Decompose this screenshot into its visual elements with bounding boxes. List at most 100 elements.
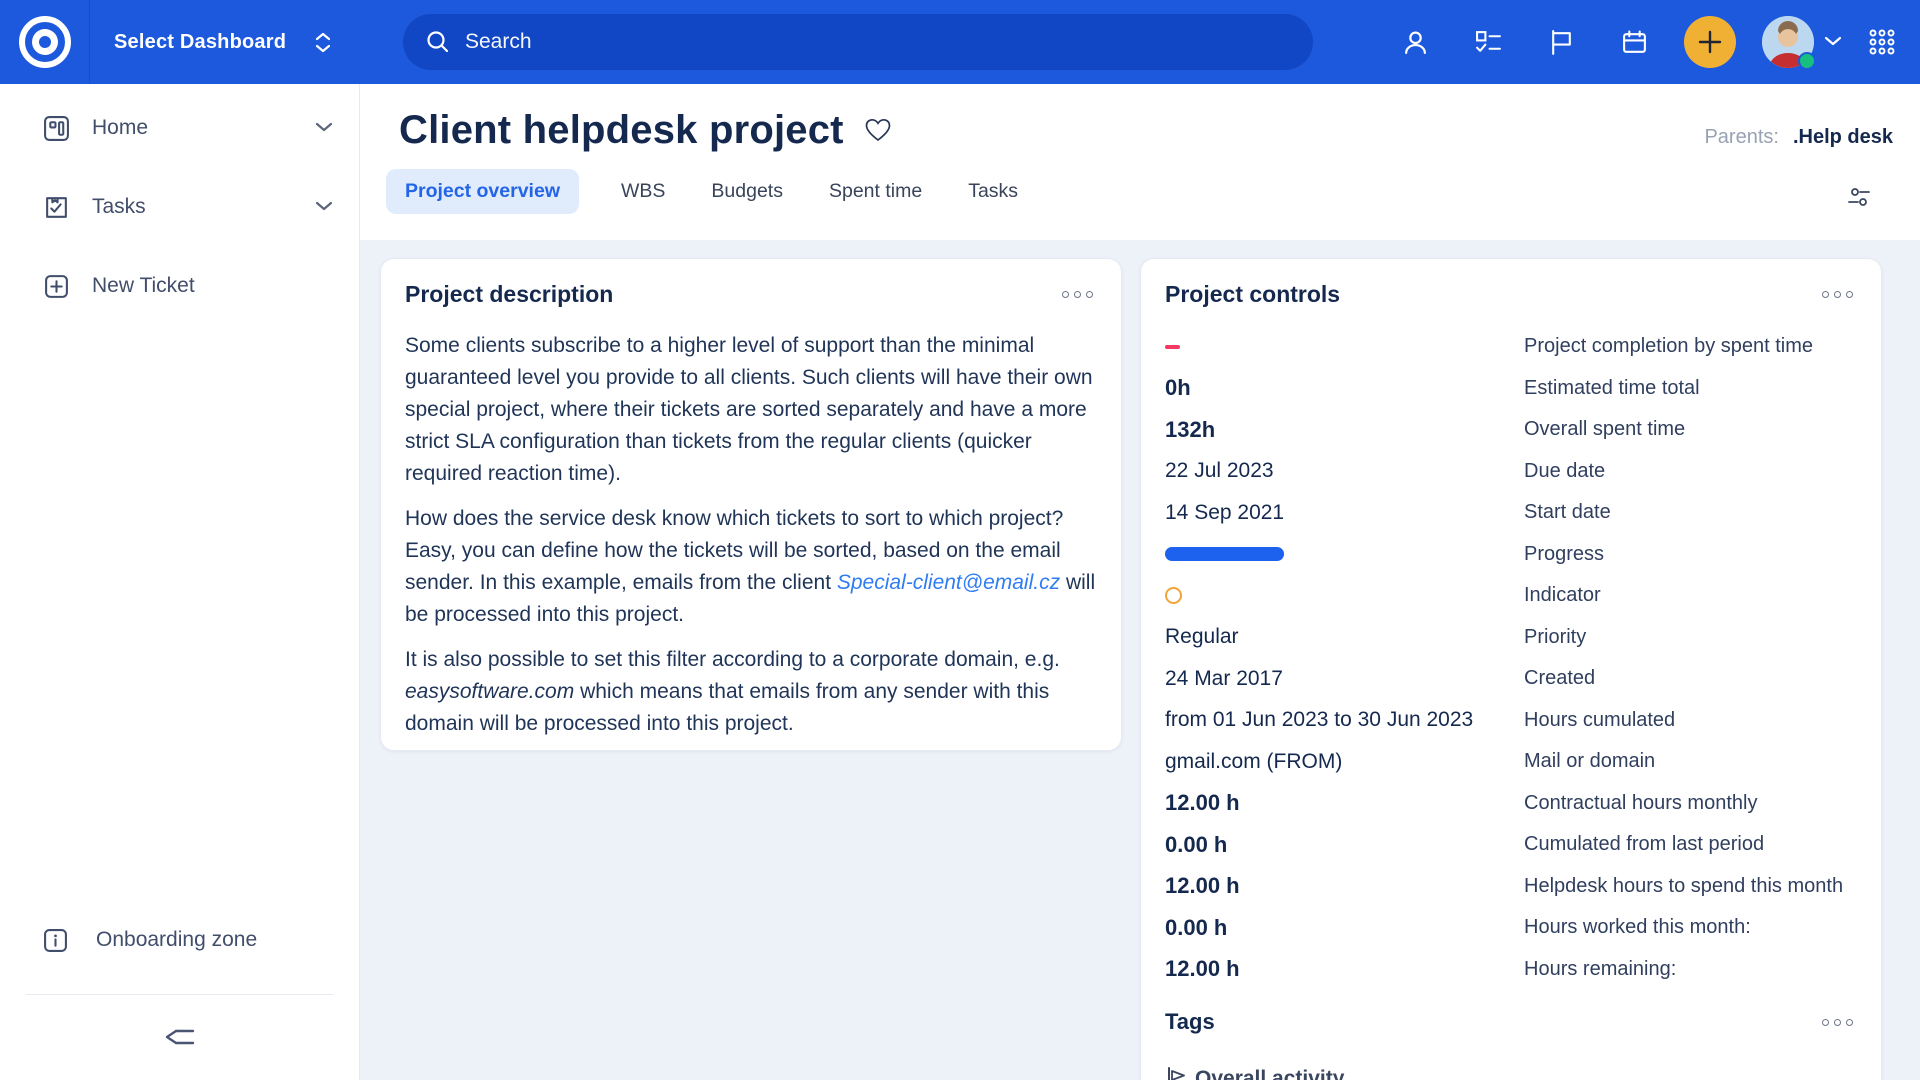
overall-activity-link[interactable]: Overall activity	[1165, 1066, 1857, 1080]
control-value: from 01 Jun 2023 to 30 Jun 2023	[1165, 708, 1524, 732]
control-label: Due date	[1524, 460, 1857, 483]
control-label: Contractual hours monthly	[1524, 792, 1857, 815]
page-settings-button[interactable]	[1846, 186, 1872, 213]
description-paragraph: How does the service desk know which tic…	[405, 503, 1097, 631]
control-value: 12.00 h	[1165, 790, 1524, 816]
control-row: gmail.com (FROM)Mail or domain	[1165, 741, 1857, 783]
dashboard-selector-label: Select Dashboard	[114, 31, 286, 54]
control-label: Indicator	[1524, 584, 1857, 607]
tab-spent-time[interactable]: Spent time	[825, 169, 926, 214]
sidebar: Home Tasks New Ticket	[0, 84, 360, 1080]
description-text: Some clients subscribe to a higher level…	[405, 334, 1093, 485]
sliders-icon	[1846, 186, 1872, 208]
sidebar-item-label: Home	[92, 116, 315, 140]
avatar-menu-caret[interactable]	[1824, 33, 1842, 51]
tab-wbs[interactable]: WBS	[617, 169, 669, 214]
description-paragraphs: Some clients subscribe to a higher level…	[405, 330, 1097, 740]
tags-menu-dots-icon[interactable]	[1818, 1015, 1857, 1030]
calendar-icon	[1621, 29, 1648, 56]
control-label: Start date	[1524, 501, 1857, 524]
tab-project-overview[interactable]: Project overview	[386, 169, 579, 214]
quick-add-button[interactable]	[1684, 16, 1736, 68]
online-status-dot	[1798, 52, 1816, 70]
empty-value-dash	[1165, 345, 1180, 349]
parent-project-link[interactable]: .Help desk	[1793, 126, 1893, 149]
page-title: Client helpdesk project	[399, 108, 844, 153]
control-value: 0.00 h	[1165, 915, 1524, 941]
control-value: 0h	[1165, 375, 1524, 401]
tasklist-button[interactable]	[1474, 28, 1502, 56]
sidebar-item-label: New Ticket	[92, 274, 333, 298]
sidebar-item-label: Tasks	[92, 195, 315, 219]
panel-menu-dots-icon[interactable]	[1818, 287, 1857, 302]
control-row: 0.00 hCumulated from last period	[1165, 824, 1857, 866]
chevron-down-icon	[315, 119, 333, 137]
email-link[interactable]: Special-client@email.cz	[837, 571, 1060, 594]
control-value: 12.00 h	[1165, 873, 1524, 899]
description-text: It is also possible to set this filter a…	[405, 648, 1060, 671]
control-label: Hours remaining:	[1524, 958, 1857, 981]
sidebar-item-home[interactable]: Home	[0, 96, 359, 160]
control-row: Project completion by spent time	[1165, 326, 1857, 368]
control-value: 12.00 h	[1165, 956, 1524, 982]
sidebar-item-tasks[interactable]: Tasks	[0, 175, 359, 239]
info-icon	[43, 928, 68, 953]
description-paragraph: Some clients subscribe to a higher level…	[405, 330, 1097, 490]
control-label: Overall spent time	[1524, 418, 1857, 441]
app-logo[interactable]	[0, 0, 90, 84]
search-icon	[425, 29, 451, 55]
overall-activity-label: Overall activity	[1195, 1067, 1344, 1080]
panel-title: Project controls	[1165, 281, 1340, 308]
favorite-button[interactable]	[864, 117, 892, 148]
checklist-icon	[1475, 29, 1502, 56]
collapse-sidebar-button[interactable]	[0, 1004, 359, 1070]
control-value: Regular	[1165, 625, 1524, 649]
sidebar-item-onboarding-zone[interactable]: Onboarding zone	[0, 908, 359, 972]
chevron-down-icon	[1824, 36, 1842, 46]
grid-dots-icon	[1868, 28, 1896, 56]
progress-bar	[1165, 547, 1284, 561]
top-bar: Select Dashboard	[0, 0, 1920, 84]
collapse-arrow-icon	[163, 1024, 197, 1050]
apps-grid-button[interactable]	[1868, 28, 1896, 56]
control-row: 132hOverall spent time	[1165, 409, 1857, 451]
user-button[interactable]	[1401, 28, 1429, 56]
chevron-down-icon	[315, 198, 333, 216]
control-value: 24 Mar 2017	[1165, 667, 1524, 691]
control-value	[1165, 547, 1524, 561]
search-bar[interactable]	[403, 14, 1313, 70]
flag-icon	[1548, 29, 1575, 56]
control-label: Created	[1524, 667, 1857, 690]
home-dashboard-icon	[43, 115, 70, 142]
dashboard-selector[interactable]: Select Dashboard	[114, 31, 332, 54]
breadcrumb-parents: Parents: .Help desk	[1704, 126, 1893, 149]
dashboard-selector-carets-icon	[314, 32, 332, 53]
search-input[interactable]	[465, 30, 1265, 54]
user-avatar[interactable]	[1762, 16, 1814, 68]
logo-icon	[17, 14, 73, 70]
sidebar-item-new-ticket[interactable]: New Ticket	[0, 254, 359, 318]
tab-budgets[interactable]: Budgets	[707, 169, 787, 214]
flag-button[interactable]	[1547, 28, 1575, 56]
heart-icon	[864, 117, 892, 143]
description-text: easysoftware.com	[405, 680, 574, 703]
control-row: 14 Sep 2021Start date	[1165, 492, 1857, 534]
tab-tasks[interactable]: Tasks	[964, 169, 1022, 214]
calendar-button[interactable]	[1620, 28, 1648, 56]
control-row: RegularPriority	[1165, 617, 1857, 659]
plus-square-icon	[43, 273, 70, 300]
control-row: Indicator	[1165, 575, 1857, 617]
control-row: 0.00 hHours worked this month:	[1165, 907, 1857, 949]
dashboard-content: Project description Some clients subscri…	[360, 240, 1920, 1080]
plus-icon	[1697, 29, 1723, 55]
control-row: 24 Mar 2017Created	[1165, 658, 1857, 700]
control-value: gmail.com (FROM)	[1165, 750, 1524, 774]
tags-section: Tags	[1165, 1000, 1857, 1044]
panel-menu-dots-icon[interactable]	[1058, 287, 1097, 302]
description-paragraph: It is also possible to set this filter a…	[405, 644, 1097, 740]
project-controls-panel: Project controls Project completion by s…	[1140, 258, 1882, 1080]
project-description-panel: Project description Some clients subscri…	[380, 258, 1122, 751]
indicator-ring	[1165, 587, 1182, 604]
control-row: Progress	[1165, 534, 1857, 576]
control-row: 0hEstimated time total	[1165, 368, 1857, 410]
